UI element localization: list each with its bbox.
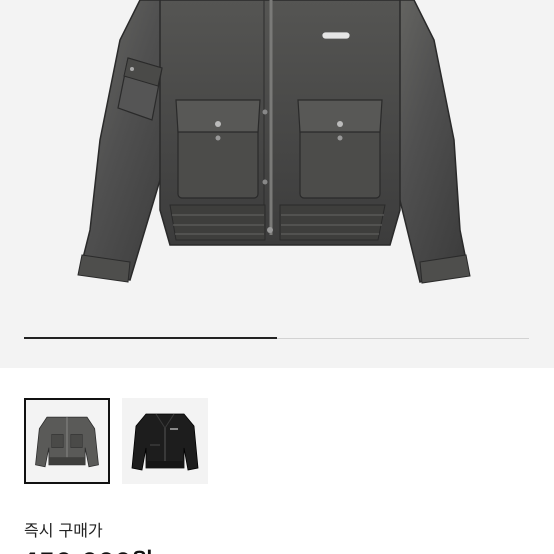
thumbnail-jacket-black-image	[131, 413, 199, 471]
jacket-illustration	[77, 0, 471, 284]
thumbnail-jacket-gray-image	[35, 416, 99, 468]
thumbnail-washed-gray[interactable]	[24, 398, 110, 484]
gallery-progress-fill	[24, 337, 277, 339]
product-hero-image[interactable]	[0, 0, 554, 368]
thumbnail-strip	[0, 398, 554, 488]
product-page: 즉시 구매가 450,000원	[0, 0, 554, 554]
instant-buy-price: 450,000원	[22, 542, 153, 554]
thumbnail-black[interactable]	[122, 398, 208, 484]
instant-buy-label: 즉시 구매가	[24, 521, 103, 540]
gallery-progress-bar	[24, 337, 529, 339]
